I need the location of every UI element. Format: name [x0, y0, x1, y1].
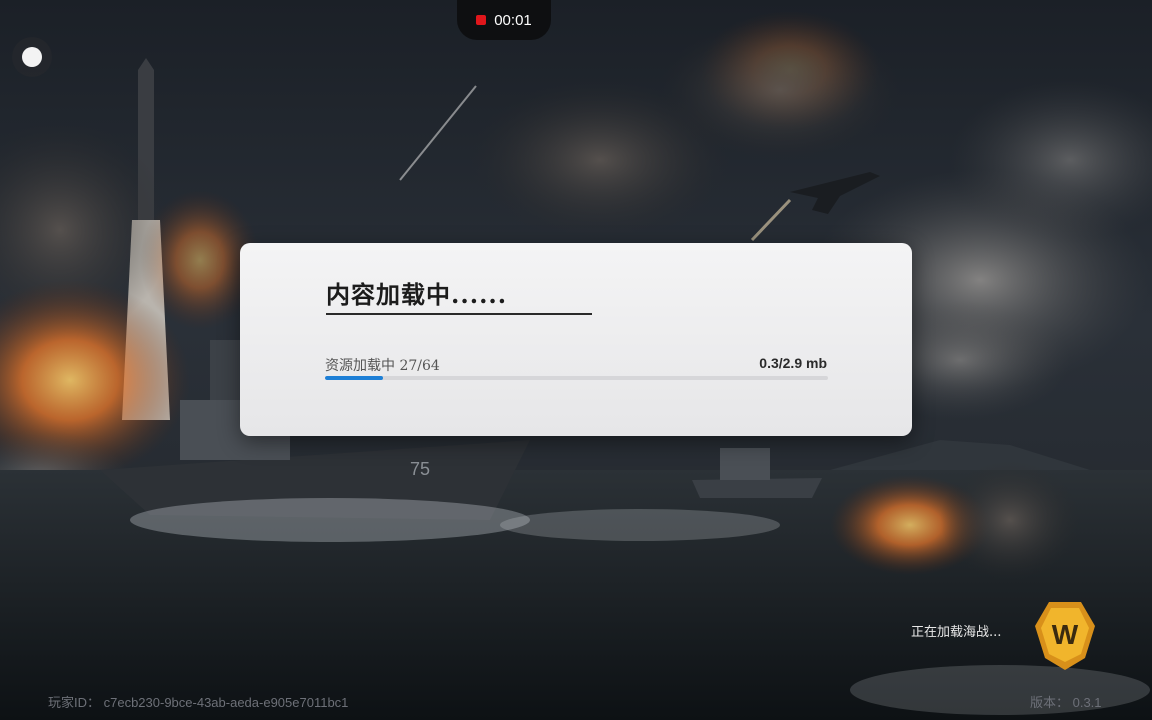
- floating-assist-icon: [22, 47, 42, 67]
- progress-bar: [325, 376, 828, 380]
- dialog-title: 内容加载中......: [326, 280, 508, 309]
- logo-letter: W: [1052, 619, 1079, 650]
- progress-label: 资源加载中 27/64: [325, 358, 440, 374]
- screen-recording-indicator[interactable]: 00:01: [457, 0, 551, 40]
- version-label: 版本： 0.3.1: [1030, 695, 1102, 710]
- player-id: 玩家ID： c7ecb230-9bce-43ab-aeda-e905e7011b…: [48, 695, 349, 710]
- svg-text:75: 75: [410, 459, 430, 479]
- loading-status-text: 正在加载海战...: [911, 625, 1002, 640]
- floating-assist-button[interactable]: [12, 37, 52, 77]
- game-logo-icon: W: [1033, 600, 1097, 672]
- progress-size: 0.3/2.9 mb: [759, 355, 827, 371]
- record-stop-icon: [476, 15, 487, 25]
- recording-timer: 00:01: [494, 11, 532, 29]
- progress-bar-fill: [325, 376, 383, 380]
- title-underline: [326, 313, 592, 315]
- loading-dialog: 内容加载中...... 资源加载中 27/64 0.3/2.9 mb: [240, 243, 912, 436]
